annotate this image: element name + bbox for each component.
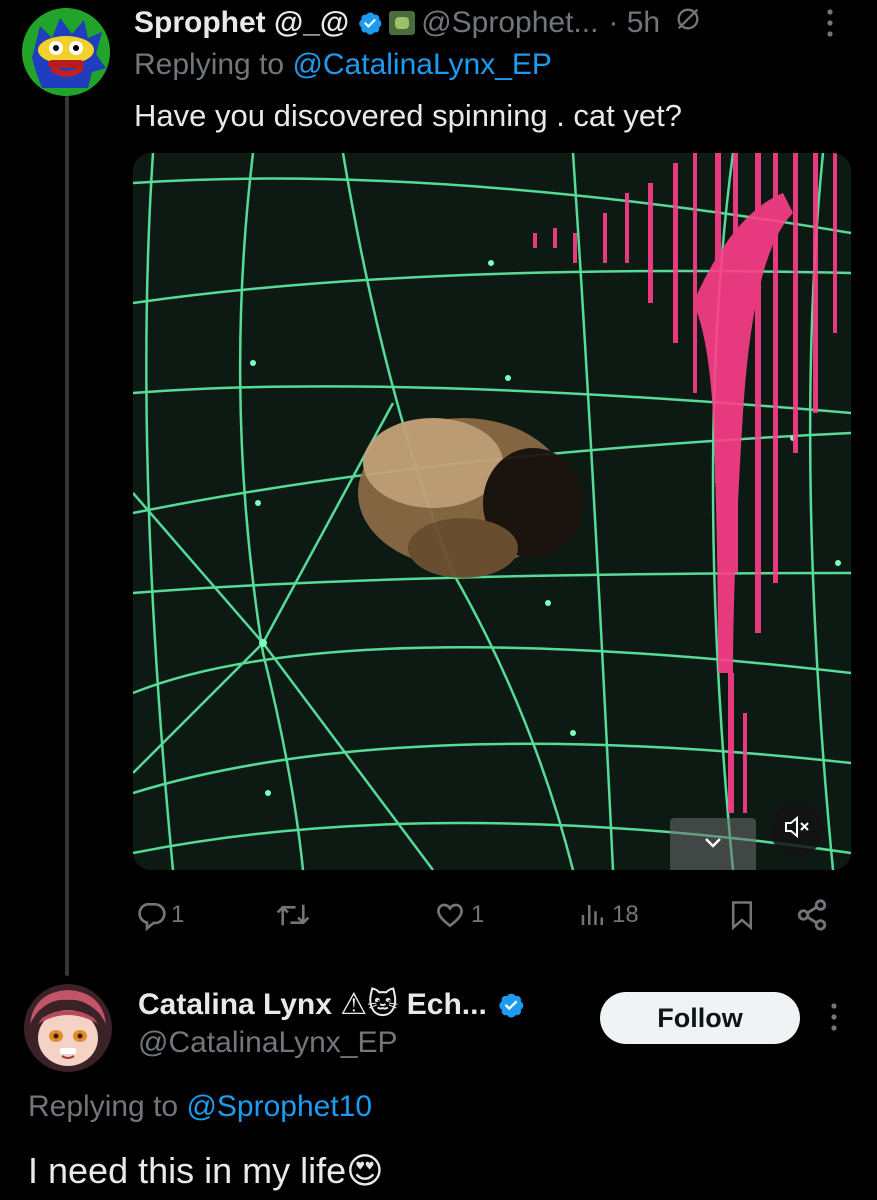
retweet-icon — [276, 904, 310, 926]
views-count: 18 — [612, 901, 639, 928]
verified-badge-icon — [497, 991, 524, 1018]
bookmark-button[interactable] — [727, 894, 757, 936]
tweet-header: Sprophet @_@ @Sprophet... · 5h — [134, 2, 702, 44]
follow-button[interactable]: Follow — [600, 992, 800, 1044]
tweet-text: Have you discovered spinning . cat yet? — [134, 98, 682, 133]
reply-count: 1 — [171, 901, 185, 928]
reply-author-row: Catalina Lynx ⚠🐱 Ech... — [138, 984, 529, 1024]
reply-author-handle[interactable]: @CatalinaLynx_EP — [138, 1026, 397, 1060]
verified-badge-icon — [357, 10, 383, 36]
views-icon — [581, 905, 603, 925]
reply-author-name[interactable]: Catalina Lynx ⚠🐱 Ech... — [138, 987, 487, 1022]
timestamp[interactable]: · 5h — [608, 6, 660, 40]
expand-video-button[interactable] — [670, 818, 756, 870]
share-button[interactable] — [795, 894, 829, 936]
reply-replying-to-line: Replying to @Sprophet10 — [28, 1090, 372, 1124]
mute-video-button[interactable] — [770, 802, 824, 856]
like-button[interactable]: 1 — [433, 894, 484, 936]
heart-icon — [437, 903, 463, 928]
retweet-button[interactable] — [275, 894, 311, 936]
mute-video-icon — [783, 814, 811, 845]
reply-button[interactable]: 1 — [135, 894, 184, 936]
replying-to-prefix: Replying to — [28, 1090, 187, 1123]
author-name[interactable]: Sprophet @_@ — [134, 6, 349, 40]
bookmark-icon — [732, 901, 752, 931]
tweet-action-bar: 1 1 18 — [133, 894, 843, 936]
replying-to-mention[interactable]: @Sprophet10 — [186, 1090, 372, 1123]
tweet-video[interactable] — [133, 153, 851, 870]
spinning-cat-video-frame — [133, 153, 851, 870]
share-icon — [797, 899, 827, 931]
replying-to-mention[interactable]: @CatalinaLynx_EP — [292, 48, 551, 81]
thread-connector-line — [65, 96, 69, 976]
affiliate-badge-icon — [389, 11, 416, 35]
views-button[interactable]: 18 — [578, 894, 639, 936]
chevron-down-icon — [703, 835, 723, 854]
more-options-icon[interactable] — [822, 1000, 846, 1034]
catalina-avatar[interactable] — [24, 984, 112, 1072]
muted-thread-icon — [674, 5, 702, 41]
reply-icon — [138, 903, 166, 931]
reply-text: I need this in my life😍 — [28, 1150, 384, 1191]
replying-to-line: Replying to @CatalinaLynx_EP — [134, 48, 552, 82]
more-options-icon[interactable] — [818, 6, 842, 40]
author-handle[interactable]: @Sprophet... — [421, 6, 598, 40]
sprophet-avatar[interactable] — [22, 8, 110, 96]
like-count: 1 — [471, 901, 485, 928]
replying-to-prefix: Replying to — [134, 48, 293, 81]
